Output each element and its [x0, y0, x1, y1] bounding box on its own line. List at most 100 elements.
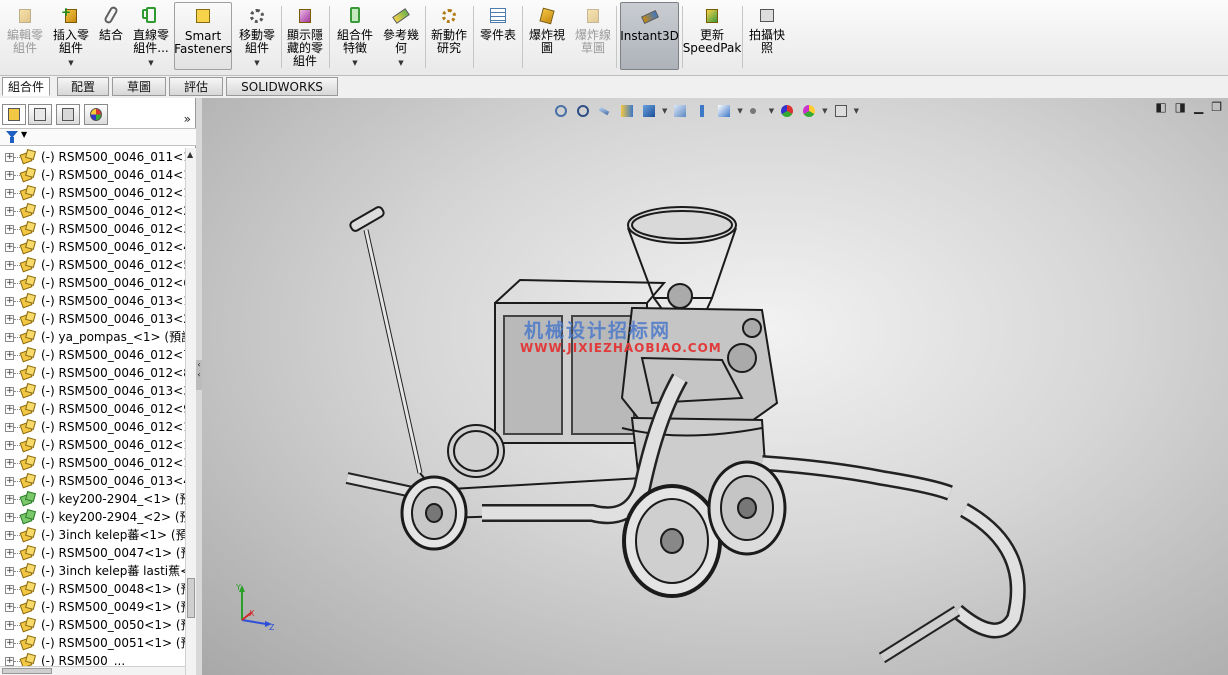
tree-item[interactable]: + (-) RSM500_0051<1> (預 [0, 634, 185, 652]
expand-icon[interactable]: + [5, 225, 14, 234]
expand-icon[interactable]: + [5, 153, 14, 162]
new-motion-study-button[interactable]: 新動作 研究 [428, 2, 470, 72]
take-snapshot-button[interactable]: 拍攝快 照 [746, 2, 788, 72]
tab-sketch[interactable]: 草圖 [112, 77, 166, 96]
horizontal-scroll-thumb[interactable] [2, 668, 52, 674]
feature-manager-tab[interactable] [2, 104, 26, 125]
tree-item[interactable]: + (-) 3inch kelep蕃 lasti蕉< [0, 562, 185, 580]
expand-icon[interactable]: + [5, 495, 14, 504]
move-component-button[interactable]: 移動零 組件 ▼ [236, 2, 278, 72]
tree-item[interactable]: + (-) key200-2904_<2> (預 [0, 508, 185, 526]
tree-item[interactable]: + (-) RSM500_0046_012<7 [0, 346, 185, 364]
tree-item[interactable]: + (-) RSM500_0046_012<6 [0, 274, 185, 292]
scroll-thumb[interactable] [187, 578, 195, 618]
expand-icon[interactable]: + [5, 315, 14, 324]
update-speedpak-button[interactable]: 更新 SpeedPak [683, 2, 741, 72]
expand-icon[interactable]: + [5, 171, 14, 180]
tree-item[interactable]: + (-) RSM500_0049<1> (預 [0, 598, 185, 616]
insert-component-button[interactable]: + 插入零 組件 ▼ [50, 2, 92, 72]
expand-icon[interactable]: + [5, 621, 14, 630]
expand-icon[interactable]: + [5, 351, 14, 360]
reference-geometry-button[interactable]: 參考幾 何 ▼ [380, 2, 422, 72]
tree-item[interactable]: + (-) RSM500_0046_012<2 [0, 202, 185, 220]
tree-vertical-scrollbar[interactable]: ▲ [185, 148, 196, 675]
expand-icon[interactable]: + [5, 207, 14, 216]
expand-icon[interactable]: + [5, 441, 14, 450]
smart-fasteners-button[interactable]: Smart Fasteners [174, 2, 232, 70]
expand-icon[interactable]: + [5, 387, 14, 396]
dropdown-arrow-icon[interactable]: ▼ [68, 57, 73, 70]
expand-icon[interactable]: + [5, 297, 14, 306]
filter-dropdown-arrow-icon[interactable]: ▼ [21, 130, 27, 139]
tab-evaluate[interactable]: 評估 [169, 77, 223, 96]
tab-configuration[interactable]: 配置 [57, 77, 109, 96]
pump-assembly-model[interactable] [202, 98, 1228, 675]
tree-item[interactable]: + (-) RSM500_0046_013<2 [0, 310, 185, 328]
filter-icon[interactable] [6, 131, 18, 143]
tree-item[interactable]: + (-) RSM500_0047<1> (預 [0, 544, 185, 562]
exploded-view-button[interactable]: 爆炸視 圖 [526, 2, 568, 72]
explode-line-sketch-button[interactable]: 爆炸線 草圖 [572, 2, 614, 72]
tree-item[interactable]: + (-) RSM500_0046_012<1 [0, 418, 185, 436]
graphics-viewport[interactable]: ▼ ▼ ▼ ▼ ▼ ◧ ◨ ▁ ❐ 机械设计招标网 WWW.JIXIEZHAOB… [202, 98, 1228, 675]
tree-item[interactable]: + (-) RSM500_0046_012<1 [0, 184, 185, 202]
tree-item[interactable]: + (-) 3inch kelep蕃<1> (預 [0, 526, 185, 544]
dropdown-arrow-icon[interactable]: ▼ [352, 57, 357, 70]
edit-component-button[interactable]: 編輯零 組件 [4, 2, 46, 72]
tree-item[interactable]: + (-) RSM500_0046_011<1 [0, 148, 185, 166]
instant3d-button[interactable]: Instant3D [620, 2, 679, 70]
tree-item[interactable]: + (-) RSM500_0050<1> (預 [0, 616, 185, 634]
expand-icon[interactable]: + [5, 567, 14, 576]
tree-item[interactable]: + (-) RSM500_0046_013<1 [0, 292, 185, 310]
tree-item[interactable]: + (-) RSM500_0046_012<1 [0, 436, 185, 454]
assembly-features-button[interactable]: 組合件 特徵 ▼ [334, 2, 376, 72]
configuration-manager-tab[interactable] [56, 104, 80, 125]
mate-button[interactable]: 結合 [96, 2, 126, 72]
tab-assembly[interactable]: 組合件 [2, 77, 50, 96]
tree-item[interactable]: + (-) RSM500_0046_014<1 [0, 166, 185, 184]
expand-icon[interactable]: + [5, 189, 14, 198]
show-hidden-components-button[interactable]: 顯示隱 藏的零 組件 [284, 2, 326, 72]
dropdown-arrow-icon[interactable]: ▼ [148, 57, 153, 70]
expand-icon[interactable]: + [5, 549, 14, 558]
expand-icon[interactable]: + [5, 477, 14, 486]
tree-item[interactable]: + (-) RSM500_0046_012<5 [0, 256, 185, 274]
tree-item[interactable]: + (-) RSM500_0046_012<1 [0, 454, 185, 472]
property-manager-tab[interactable] [28, 104, 52, 125]
dropdown-arrow-icon[interactable]: ▼ [398, 57, 403, 70]
tree-item[interactable]: + (-) ya_pompas_<1> (預設 [0, 328, 185, 346]
tree-item[interactable]: + (-) RSM500_0046_012<4 [0, 238, 185, 256]
scroll-up-icon[interactable]: ▲ [187, 150, 193, 159]
tree-item[interactable]: + (-) key200-2904_<1> (預 [0, 490, 185, 508]
expand-icon[interactable]: + [5, 369, 14, 378]
expand-icon[interactable]: + [5, 603, 14, 612]
expand-icon[interactable]: + [5, 243, 14, 252]
expand-icon[interactable]: + [5, 639, 14, 648]
expand-icon[interactable]: + [5, 585, 14, 594]
expand-icon[interactable]: + [5, 261, 14, 270]
tree-horizontal-scrollbar[interactable] [0, 666, 185, 675]
expand-icon[interactable]: + [5, 405, 14, 414]
bill-of-materials-button[interactable]: 零件表 [477, 2, 519, 72]
expand-icon[interactable]: + [5, 531, 14, 540]
tree-item[interactable]: + (-) RSM500_0046_012<9 [0, 400, 185, 418]
expand-icon[interactable]: + [5, 459, 14, 468]
tree-item[interactable]: + (-) RSM500_0046_013<4 [0, 472, 185, 490]
expand-icon[interactable]: + [5, 423, 14, 432]
panel-tab-strip: » [0, 104, 196, 126]
expand-icon[interactable]: + [5, 513, 14, 522]
expand-icon[interactable]: + [5, 279, 14, 288]
linear-pattern-button[interactable]: 直線零 組件... ▼ [130, 2, 172, 72]
panel-expand-icon[interactable]: » [184, 112, 191, 126]
part-icon [19, 148, 37, 165]
tree-item[interactable]: + (-) RSM500_0046_012<3 [0, 220, 185, 238]
dropdown-arrow-icon[interactable]: ▼ [254, 57, 259, 70]
expand-icon[interactable]: + [5, 333, 14, 342]
reference-triad-icon: Y Z X [235, 583, 275, 632]
tab-solidworks-mbd[interactable]: SOLIDWORKS MBD [226, 77, 338, 112]
tree-item[interactable]: + (-) RSM500_0046_013<3 [0, 382, 185, 400]
expand-icon[interactable]: + [5, 657, 14, 666]
display-manager-tab[interactable] [84, 104, 108, 125]
tree-item[interactable]: + (-) RSM500_0048<1> (預 [0, 580, 185, 598]
tree-item[interactable]: + (-) RSM500_0046_012<8 [0, 364, 185, 382]
